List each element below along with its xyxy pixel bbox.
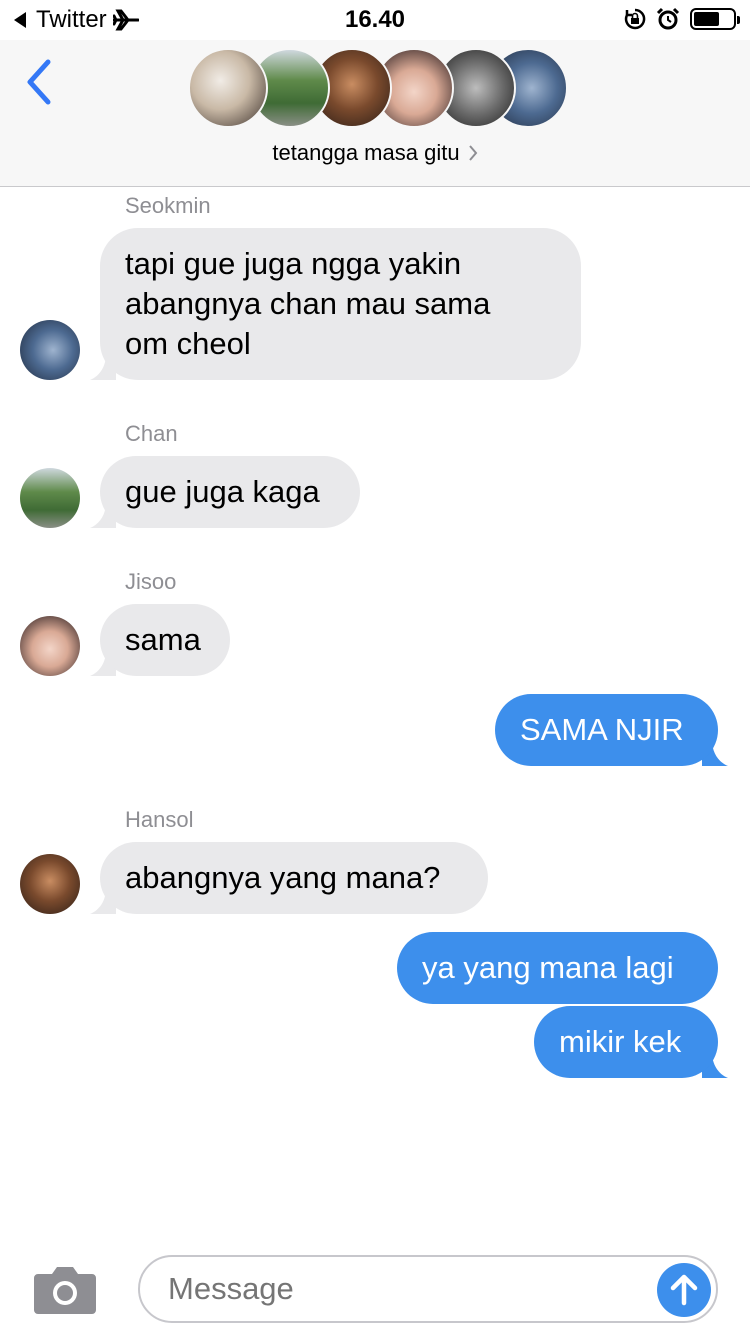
message-bubble[interactable]: SAMA NJIR (495, 694, 718, 766)
message-bubble[interactable]: abangnya yang mana? (100, 842, 488, 914)
message-line: abangnya yang mana? (125, 860, 441, 895)
message-bubble[interactable]: tapi gue juga ngga yakin abangnya chan m… (100, 228, 581, 380)
send-button[interactable] (657, 1263, 711, 1317)
message-bubble[interactable]: mikir kek (534, 1006, 718, 1078)
avatar[interactable] (20, 616, 80, 676)
sender-name: Seokmin (125, 193, 211, 218)
message-bubble[interactable]: sama (100, 604, 230, 676)
sender-name: Hansol (125, 807, 194, 832)
message-input[interactable] (138, 1255, 718, 1323)
sender-name: Chan (125, 421, 178, 446)
message-line: ya yang mana lagi (422, 950, 674, 985)
chevron-left-icon[interactable] (20, 56, 60, 108)
avatar (188, 48, 268, 128)
camera-icon[interactable] (32, 1264, 98, 1316)
message-line: sama (125, 622, 201, 657)
status-bar: Twitter 16.40 (0, 0, 750, 40)
battery-level (694, 12, 719, 26)
sender-name: Jisoo (125, 569, 177, 594)
message-line: tapi gue juga ngga yakin (125, 246, 462, 281)
avatar[interactable] (20, 854, 80, 914)
message-line: abangnya chan mau sama (125, 286, 491, 321)
group-name[interactable]: tetangga masa gitu (0, 140, 750, 166)
message-line: mikir kek (559, 1024, 682, 1059)
chevron-right-icon (468, 145, 477, 161)
group-name-label: tetangga masa gitu (272, 140, 460, 165)
message-line: om cheol (125, 326, 251, 361)
message-bubble[interactable]: ya yang mana lagi (397, 932, 718, 1004)
alarm-icon (656, 7, 680, 30)
arrow-up-icon (670, 1274, 698, 1306)
rotation-lock-icon (624, 8, 646, 30)
battery-icon (690, 8, 740, 30)
message-line: SAMA NJIR (520, 712, 684, 747)
conversation-header: tetangga masa gitu (0, 40, 750, 187)
message-line: gue juga kaga (125, 474, 320, 509)
avatar[interactable] (20, 320, 80, 380)
group-avatars[interactable] (188, 48, 568, 128)
avatar[interactable] (20, 468, 80, 528)
compose-bar (0, 1244, 750, 1334)
message-bubble[interactable]: gue juga kaga (100, 456, 360, 528)
